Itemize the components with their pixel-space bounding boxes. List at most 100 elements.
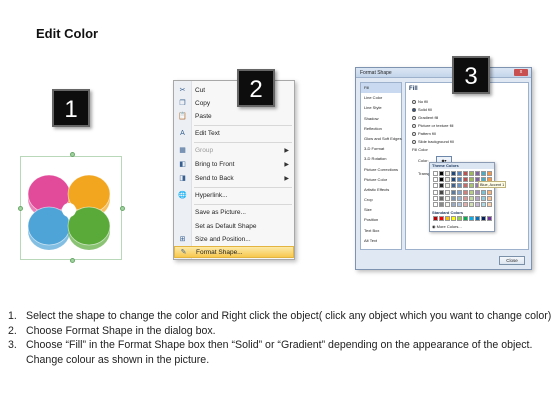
theme-shade-swatch[interactable] xyxy=(445,195,451,201)
theme-shade-swatch[interactable] xyxy=(475,202,481,207)
theme-shade-swatch[interactable] xyxy=(451,195,457,201)
radio-pattern-fill[interactable]: Pattern fill xyxy=(412,131,436,136)
standard-color-swatch[interactable] xyxy=(463,216,469,221)
theme-shade-swatch[interactable] xyxy=(439,183,445,189)
theme-shade-swatch[interactable] xyxy=(439,177,445,183)
theme-shade-swatch[interactable] xyxy=(469,183,475,189)
category-reflection[interactable]: Reflection xyxy=(361,124,401,134)
theme-shade-swatch[interactable] xyxy=(457,183,463,189)
radio-solid-fill[interactable]: Solid fill xyxy=(412,107,432,112)
theme-shade-swatch[interactable] xyxy=(433,183,439,189)
theme-shade-swatch[interactable] xyxy=(457,177,463,183)
theme-shade-swatch[interactable] xyxy=(433,195,439,201)
theme-color-swatch[interactable] xyxy=(475,171,481,176)
theme-color-swatch[interactable] xyxy=(457,171,463,176)
theme-shade-swatch[interactable] xyxy=(451,189,457,195)
theme-shade-swatch[interactable] xyxy=(487,195,493,201)
menu-item-edit-text[interactable]: A Edit Text xyxy=(174,128,294,140)
theme-shade-swatch[interactable] xyxy=(469,202,475,207)
theme-shade-swatch[interactable] xyxy=(445,177,451,183)
theme-shade-swatch[interactable] xyxy=(469,195,475,201)
menu-item-set-default-shape[interactable]: Set as Default Shape xyxy=(174,221,294,233)
theme-shade-swatch[interactable] xyxy=(445,202,451,207)
dialog-titlebar[interactable]: Format Shape x xyxy=(356,68,531,78)
menu-item-size-position[interactable]: ⊞ Size and Position... xyxy=(174,234,294,246)
standard-color-swatch[interactable] xyxy=(487,216,493,221)
standard-color-swatch[interactable] xyxy=(481,216,487,221)
theme-color-swatch[interactable] xyxy=(451,171,457,176)
dialog-close-button[interactable]: Close xyxy=(499,256,525,265)
standard-color-swatch[interactable] xyxy=(445,216,451,221)
theme-shade-swatch[interactable] xyxy=(451,177,457,183)
menu-item-bring-to-front[interactable]: ◧ Bring to Front ▶ xyxy=(174,159,294,171)
theme-shade-swatch[interactable] xyxy=(457,202,463,207)
standard-color-swatch[interactable] xyxy=(475,216,481,221)
close-icon[interactable]: x xyxy=(514,69,528,76)
radio-gradient-fill[interactable]: Gradient fill xyxy=(412,115,438,120)
theme-shade-swatch[interactable] xyxy=(457,195,463,201)
category-line-color[interactable]: Line Color xyxy=(361,93,401,103)
category-picture-corrections[interactable]: Picture Corrections xyxy=(361,165,401,175)
category-alt-text[interactable]: Alt Text xyxy=(361,236,401,246)
theme-shade-swatch[interactable] xyxy=(475,189,481,195)
radio-no-fill[interactable]: No fill xyxy=(412,99,428,104)
theme-shade-swatch[interactable] xyxy=(463,183,469,189)
theme-shade-swatch[interactable] xyxy=(481,189,487,195)
theme-shade-swatch[interactable] xyxy=(451,202,457,207)
category-picture-color[interactable]: Picture Color xyxy=(361,175,401,185)
radio-picture-fill[interactable]: Picture or texture fill xyxy=(412,123,453,128)
category-3d-rotation[interactable]: 3-D Rotation xyxy=(361,154,401,164)
standard-color-swatch[interactable] xyxy=(433,216,439,221)
theme-shade-swatch[interactable] xyxy=(439,195,445,201)
theme-shade-swatch[interactable] xyxy=(433,177,439,183)
menu-item-cut[interactable]: ✂ Cut xyxy=(174,85,294,97)
menu-item-send-to-back[interactable]: ◨ Send to Back ▶ xyxy=(174,173,294,185)
theme-color-swatch[interactable] xyxy=(487,171,493,176)
category-glow[interactable]: Glow and Soft Edges xyxy=(361,134,402,144)
theme-color-swatch[interactable] xyxy=(445,171,451,176)
theme-shade-swatch[interactable] xyxy=(469,177,475,183)
theme-shade-swatch[interactable] xyxy=(463,189,469,195)
menu-item-hyperlink[interactable]: 🌐 Hyperlink... xyxy=(174,190,294,202)
theme-shade-swatch[interactable] xyxy=(481,202,487,207)
theme-shade-swatch[interactable] xyxy=(481,195,487,201)
theme-shade-swatch[interactable] xyxy=(445,189,451,195)
standard-color-swatch[interactable] xyxy=(457,216,463,221)
theme-shade-swatch[interactable] xyxy=(433,189,439,195)
category-3d-format[interactable]: 3-D Format xyxy=(361,144,401,154)
theme-shade-swatch[interactable] xyxy=(463,177,469,183)
category-text-box[interactable]: Text Box xyxy=(361,226,401,236)
standard-color-swatch[interactable] xyxy=(439,216,445,221)
theme-shade-swatch[interactable] xyxy=(439,202,445,207)
theme-shade-swatch[interactable] xyxy=(433,202,439,207)
category-size[interactable]: Size xyxy=(361,205,401,215)
theme-shade-swatch[interactable] xyxy=(475,195,481,201)
category-artistic-effects[interactable]: Artistic Effects xyxy=(361,185,401,195)
radio-slide-background-fill[interactable]: Slide background fill xyxy=(412,139,454,144)
category-position[interactable]: Position xyxy=(361,215,401,225)
category-fill[interactable]: Fill xyxy=(361,83,401,94)
theme-color-swatch[interactable] xyxy=(463,171,469,176)
menu-item-format-shape[interactable]: ✎ Format Shape... xyxy=(174,246,294,258)
standard-color-swatch[interactable] xyxy=(469,216,475,221)
menu-item-paste[interactable]: 📋 Paste xyxy=(174,111,294,123)
category-crop[interactable]: Crop xyxy=(361,195,401,205)
theme-shade-swatch[interactable] xyxy=(457,189,463,195)
theme-shade-swatch[interactable] xyxy=(439,189,445,195)
theme-shade-swatch[interactable] xyxy=(463,202,469,207)
four-petal-shape[interactable] xyxy=(14,148,124,268)
theme-shade-swatch[interactable] xyxy=(445,183,451,189)
more-colors-button[interactable]: ◉ More Colors... xyxy=(432,224,462,229)
theme-color-swatch[interactable] xyxy=(433,171,439,176)
theme-color-swatch[interactable] xyxy=(469,171,475,176)
theme-shade-swatch[interactable] xyxy=(487,189,493,195)
theme-shade-swatch[interactable] xyxy=(487,202,493,207)
theme-color-swatch[interactable] xyxy=(481,171,487,176)
category-shadow[interactable]: Shadow xyxy=(361,114,401,124)
category-line-style[interactable]: Line Style xyxy=(361,103,401,113)
menu-item-copy[interactable]: ❐ Copy xyxy=(174,98,294,110)
menu-item-save-as-picture[interactable]: Save as Picture... xyxy=(174,207,294,219)
theme-color-swatch[interactable] xyxy=(439,171,445,176)
selected-shape[interactable] xyxy=(14,148,125,268)
theme-shade-swatch[interactable] xyxy=(469,189,475,195)
